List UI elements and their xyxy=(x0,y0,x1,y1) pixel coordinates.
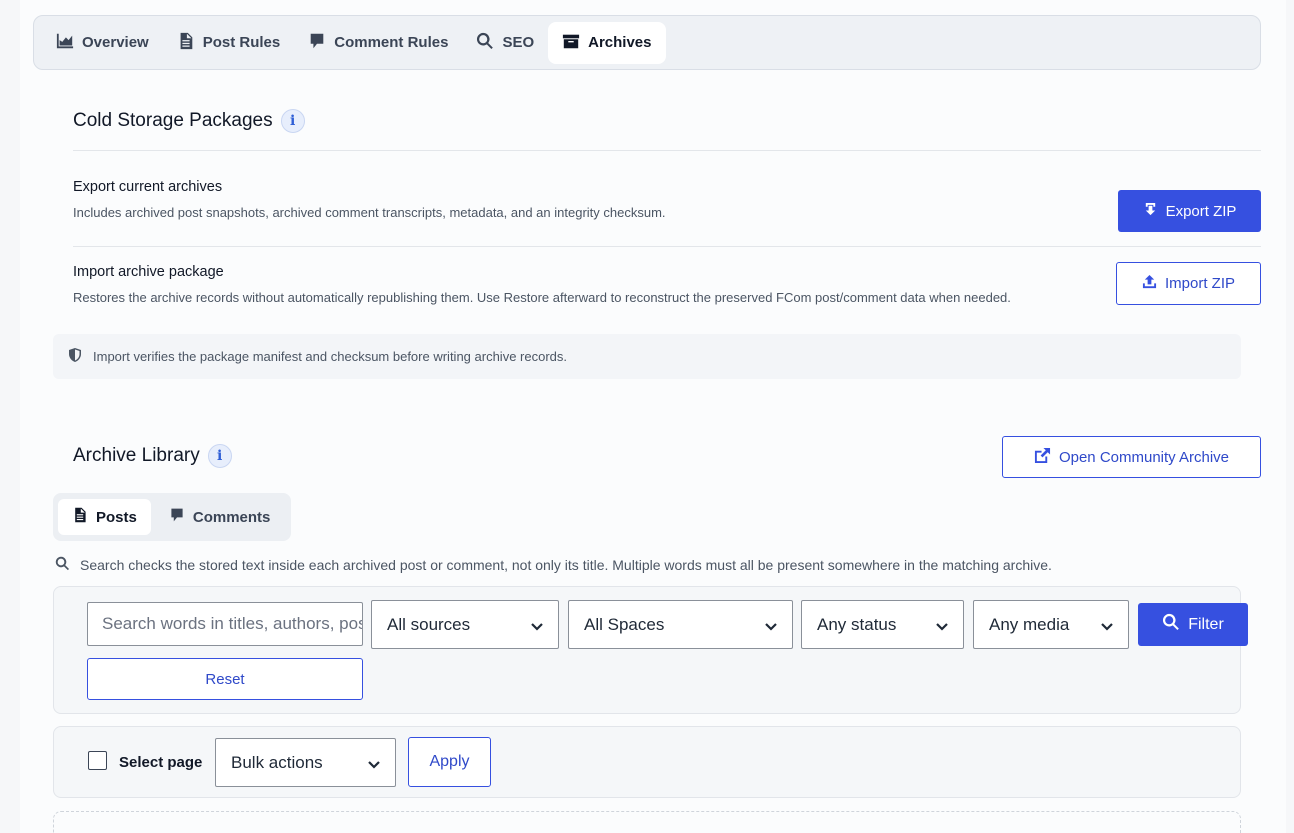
cold-storage-heading: Cold Storage Packages i xyxy=(73,109,305,133)
button-label: Export ZIP xyxy=(1165,202,1237,220)
bulk-actions-select[interactable]: Bulk actions xyxy=(215,738,396,787)
chevron-down-icon xyxy=(367,756,381,770)
document-icon xyxy=(72,507,88,527)
archive-list-placeholder xyxy=(53,811,1241,833)
button-label: Open Community Archive xyxy=(1058,448,1230,466)
chevron-down-icon xyxy=(530,618,544,632)
download-icon xyxy=(1143,202,1158,221)
tab-label: Overview xyxy=(82,34,149,51)
apply-button[interactable]: Apply xyxy=(408,737,491,787)
source-select[interactable]: All sources xyxy=(371,600,559,649)
select-value: All sources xyxy=(387,614,471,634)
comment-icon xyxy=(169,507,185,527)
import-title: Import archive package xyxy=(73,264,224,280)
media-select[interactable]: Any media xyxy=(973,600,1129,649)
subtab-comments[interactable]: Comments xyxy=(155,499,285,535)
select-value: Any media xyxy=(989,614,1070,634)
select-page-checkbox[interactable] xyxy=(88,751,107,770)
filter-button[interactable]: Filter xyxy=(1138,603,1248,646)
settings-tabs: Overview Post Rules Comment Rules SEO Ar… xyxy=(33,15,1261,70)
export-title: Export current archives xyxy=(73,179,223,195)
status-select[interactable]: Any status xyxy=(801,600,964,649)
import-zip-button[interactable]: Import ZIP xyxy=(1116,262,1261,305)
subtab-label: Comments xyxy=(192,508,271,526)
subtab-label: Posts xyxy=(96,508,137,526)
select-value: Bulk actions xyxy=(231,752,323,772)
chevron-down-icon xyxy=(1100,618,1114,632)
tab-archives[interactable]: Archives xyxy=(548,21,666,64)
tab-label: Comment Rules xyxy=(334,34,449,51)
search-icon xyxy=(1162,613,1180,636)
import-description: Restores the archive records without aut… xyxy=(73,290,1011,305)
info-icon[interactable]: i xyxy=(280,109,305,133)
button-label: Filter xyxy=(1188,615,1224,633)
document-icon xyxy=(177,32,195,54)
chevron-down-icon xyxy=(935,618,949,632)
divider xyxy=(73,246,1261,247)
tab-label: SEO xyxy=(502,34,535,51)
select-value: All Spaces xyxy=(584,614,665,634)
tab-seo[interactable]: SEO xyxy=(462,22,548,64)
tab-post-rules[interactable]: Post Rules xyxy=(163,22,295,64)
button-label: Apply xyxy=(429,753,470,770)
select-value: Any status xyxy=(817,614,897,634)
section-title: Archive Library xyxy=(73,445,200,466)
reset-button[interactable]: Reset xyxy=(87,658,363,700)
button-label: Reset xyxy=(205,670,245,688)
search-input[interactable]: Search words in titles, authors, posts, … xyxy=(87,602,363,646)
select-page-label: Select page xyxy=(119,754,203,771)
button-label: Import ZIP xyxy=(1164,275,1235,292)
subtab-posts[interactable]: Posts xyxy=(58,499,151,535)
tab-comment-rules[interactable]: Comment Rules xyxy=(294,22,462,64)
search-hint: Search checks the stored text inside eac… xyxy=(55,556,1052,574)
tab-label: Post Rules xyxy=(202,34,281,51)
shield-icon xyxy=(67,347,83,366)
divider xyxy=(73,150,1261,151)
import-notice: Import verifies the package manifest and… xyxy=(53,334,1241,379)
open-community-archive-button[interactable]: Open Community Archive xyxy=(1002,436,1261,478)
library-subtabs: Posts Comments xyxy=(53,493,291,541)
chart-area-icon xyxy=(56,32,74,54)
comment-icon xyxy=(308,32,326,54)
archive-library-heading: Archive Library i xyxy=(73,444,232,468)
section-title: Cold Storage Packages xyxy=(73,110,273,131)
export-zip-button[interactable]: Export ZIP xyxy=(1118,190,1261,232)
tab-label: Archives xyxy=(588,34,652,51)
space-select[interactable]: All Spaces xyxy=(568,600,793,649)
upload-icon xyxy=(1142,274,1157,293)
tab-overview[interactable]: Overview xyxy=(42,22,163,64)
external-link-icon xyxy=(1034,447,1051,468)
export-description: Includes archived post snapshots, archiv… xyxy=(73,205,666,220)
search-icon xyxy=(55,556,70,574)
chevron-down-icon xyxy=(764,618,778,632)
archive-box-icon xyxy=(562,32,580,54)
search-hint-text: Search checks the stored text inside eac… xyxy=(80,557,1052,573)
info-icon[interactable]: i xyxy=(207,444,232,468)
search-icon xyxy=(476,32,494,54)
notice-text: Import verifies the package manifest and… xyxy=(93,349,567,364)
